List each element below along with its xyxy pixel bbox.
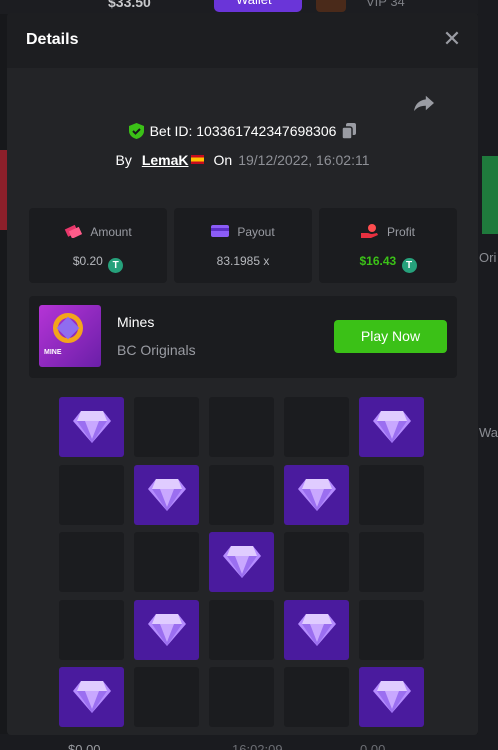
background-time: 16:02:09 — [232, 742, 283, 750]
diamond-icon — [298, 613, 336, 646]
card-icon — [211, 225, 230, 237]
diamond-icon — [373, 411, 411, 443]
background-footer-row: $0.00 16:02:09 0.00 — [0, 734, 498, 750]
game-provider: BC Originals — [117, 342, 196, 358]
bet-id: Bet ID: 103361742347698306 — [149, 123, 337, 139]
username-link[interactable]: LemaK — [142, 152, 189, 168]
mine-tile[interactable] — [284, 532, 349, 592]
mine-tile[interactable] — [359, 464, 424, 525]
mine-tile[interactable] — [209, 397, 274, 457]
thumbnail-label: MINE — [44, 349, 62, 356]
tether-coin-icon: T — [401, 258, 417, 273]
background-amount: $0.00 — [68, 742, 101, 750]
diamond-icon — [298, 478, 336, 511]
mine-tile[interactable] — [209, 667, 274, 727]
bet-details-modal: Details ✕ Bet ID: 103361742347698306 By L… — [7, 13, 478, 735]
mine-tile[interactable] — [209, 599, 274, 660]
close-icon[interactable]: ✕ — [441, 28, 463, 51]
stat-value: 83.1985 x — [216, 254, 270, 268]
background-header: $33.50 Wallet VIP 34 — [0, 0, 498, 14]
spain-flag-icon — [190, 155, 204, 164]
bet-author-row: By LemaK On 19/12/2022, 16:02:11 — [7, 152, 478, 168]
diamond-icon — [148, 478, 186, 511]
mine-tile[interactable] — [134, 667, 199, 727]
stat-value: $0.20 — [72, 254, 103, 268]
mine-tile-gem[interactable] — [359, 667, 424, 727]
diamond-icon — [223, 546, 261, 578]
stat-value: $16.43 — [359, 254, 397, 268]
background-value: 0.00 — [360, 742, 386, 750]
modal-title: Details — [26, 31, 79, 48]
background-green-block — [482, 156, 498, 234]
wallet-button[interactable]: Wallet — [214, 0, 302, 12]
mine-tile-gem[interactable] — [284, 464, 349, 525]
background-text: Wa — [479, 425, 498, 440]
share-icon[interactable] — [413, 93, 435, 113]
mine-tile[interactable] — [284, 667, 349, 727]
avatar[interactable] — [316, 0, 346, 12]
mines-game-thumbnail[interactable]: MINE — [39, 305, 101, 367]
bet-datetime: 19/12/2022, 16:02:11 — [238, 152, 370, 168]
background-balance: $33.50 — [108, 0, 151, 10]
copy-icon[interactable] — [342, 123, 357, 139]
mine-tile[interactable] — [59, 599, 124, 660]
stat-amount: Amount $0.20 T — [29, 208, 167, 283]
mine-tile-gem[interactable] — [359, 397, 424, 457]
vip-label: VIP 34 — [366, 0, 405, 9]
on-label: On — [213, 152, 233, 168]
diamond-icon — [73, 411, 111, 443]
mine-tile-gem[interactable] — [209, 532, 274, 592]
shield-icon — [128, 123, 144, 139]
bet-stats: Amount $0.20 T Payout 83.1985 x Profit $… — [29, 208, 457, 283]
stat-label: Amount — [90, 225, 132, 239]
diamond-icon — [148, 613, 186, 646]
page: $33.50 Wallet VIP 34 Ori Wa $0.00 16:02:… — [0, 0, 498, 750]
stat-payout: Payout 83.1985 x — [174, 208, 312, 283]
mine-tile-gem[interactable] — [59, 397, 124, 457]
mine-tile[interactable] — [134, 397, 199, 457]
by-label: By — [115, 152, 132, 168]
mines-grid — [59, 397, 424, 727]
mine-tile[interactable] — [359, 532, 424, 592]
diamond-icon — [73, 681, 111, 713]
mine-tile-gem[interactable] — [59, 667, 124, 727]
play-now-button[interactable]: Play Now — [334, 320, 447, 353]
hand-coin-icon — [360, 224, 378, 238]
stat-profit: Profit $16.43 T — [319, 208, 457, 283]
diamond-icon — [373, 681, 411, 713]
modal-header: Details ✕ — [7, 13, 478, 68]
money-stack-icon — [65, 224, 83, 238]
background-text: Ori — [479, 250, 497, 265]
mine-tile-gem[interactable] — [134, 464, 199, 525]
mine-tile[interactable] — [209, 464, 274, 525]
stat-label: Profit — [386, 225, 415, 239]
mine-tile[interactable] — [59, 532, 124, 592]
mine-tile[interactable] — [59, 464, 124, 525]
mine-tile[interactable] — [284, 397, 349, 457]
stat-label: Payout — [237, 225, 275, 239]
bet-id-row: Bet ID: 103361742347698306 — [7, 123, 478, 139]
game-card: MINE Mines BC Originals Play Now — [29, 296, 457, 378]
tether-coin-icon: T — [108, 258, 124, 273]
mine-tile[interactable] — [134, 532, 199, 592]
mine-tile-gem[interactable] — [284, 599, 349, 660]
mine-tile-gem[interactable] — [134, 599, 199, 660]
background-right-panel: Ori Wa — [478, 0, 498, 750]
mine-tile[interactable] — [359, 599, 424, 660]
game-name: Mines — [117, 314, 155, 330]
